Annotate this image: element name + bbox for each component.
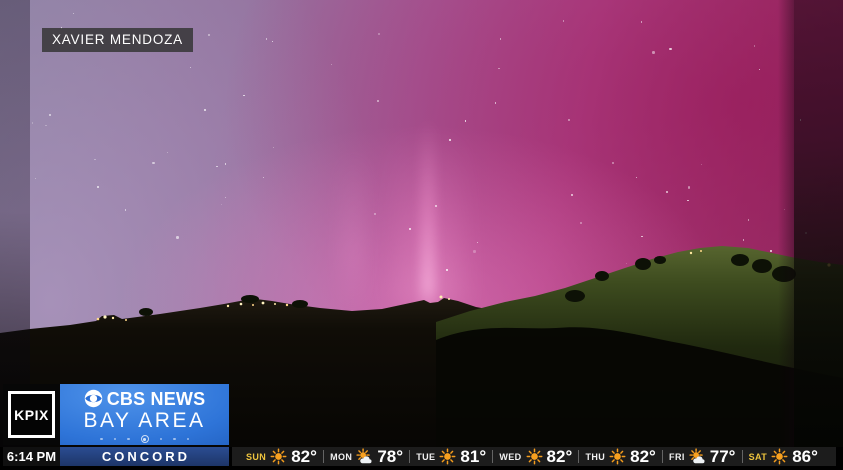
forecast-day: SAT 86° [749,448,818,465]
ticker-separator [409,450,410,463]
ticker-separator [492,450,493,463]
temperature: 82° [547,448,573,465]
temperature: 82° [291,448,317,465]
day-label: SUN [246,452,266,462]
cbs-news-bay-area-logo: CBS NEWS BAY AREA [60,384,229,445]
day-label: FRI [669,452,685,462]
forecast-day: MON 78° [330,448,403,465]
sunny-icon [526,448,543,465]
station-logo-block: KPIX CBS NEWS BAY AREA [3,384,229,445]
logo-dots [100,435,189,443]
sunny-icon [609,448,626,465]
forecast-day: FRI 77° [669,448,735,465]
kpix-logo: KPIX [3,384,60,445]
partly-cloudy-icon [689,448,706,465]
sunny-icon [270,448,287,465]
forecast-day: WED 82° [499,448,572,465]
forecast-day: TUE 81° [416,448,486,465]
region-name: BAY AREA [84,409,206,432]
sunny-icon [771,448,788,465]
network-name: CBS NEWS [107,390,206,408]
day-label: TUE [416,452,435,462]
tv-broadcast-frame: XAVIER MENDOZA KPIX CBS NEWS BAY AREA [0,0,843,470]
ticker-separator [742,450,743,463]
forecast-day: THU 82° [585,448,655,465]
temperature: 81° [460,448,486,465]
day-label: MON [330,452,352,462]
temperature: 82° [630,448,656,465]
sunny-icon [439,448,456,465]
location-banner: CONCORD [60,447,229,466]
clock: 6:14 PM [3,447,60,466]
weather-ticker: SUN 82° MON 78° TUE 81° WED 82° THU 82° … [232,447,836,466]
ticker-separator [662,450,663,463]
temperature: 78° [377,448,403,465]
ticker-separator [323,450,324,463]
kpix-call-sign: KPIX [8,391,55,438]
lower-third-bar: 6:14 PM CONCORD SUN 82° MON 78° TUE 81° … [0,447,843,466]
temperature: 77° [710,448,736,465]
day-label: THU [585,452,605,462]
forecast-day: SUN 82° [246,448,317,465]
ticker-separator [578,450,579,463]
cbs-eye-icon [84,389,103,408]
photo-credit-label: XAVIER MENDOZA [42,28,193,52]
day-label: SAT [749,452,768,462]
temperature: 86° [792,448,818,465]
photo-edge-right [794,0,843,470]
partly-cloudy-icon [356,448,373,465]
day-label: WED [499,452,521,462]
bottom-letterbox [0,466,843,470]
